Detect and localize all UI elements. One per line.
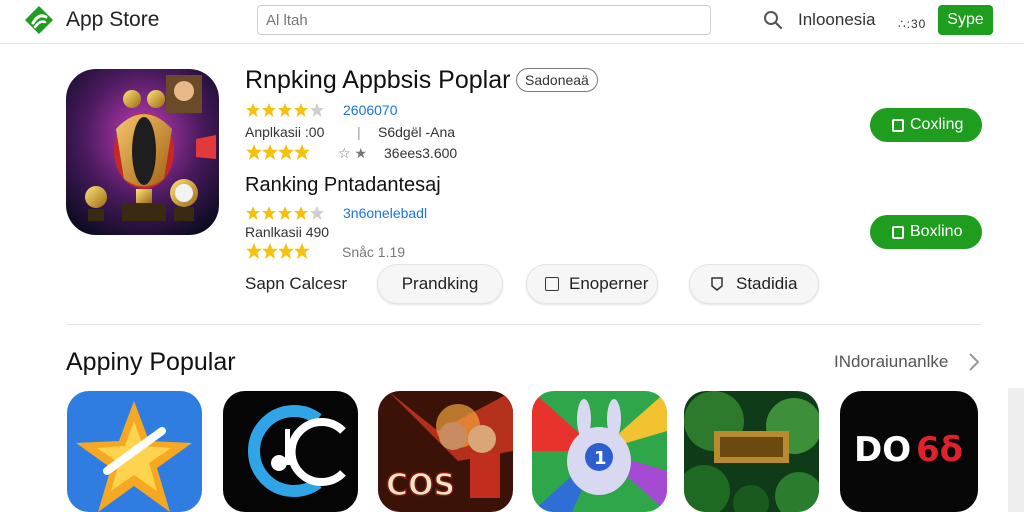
app-tile-action-game[interactable]: COS <box>378 391 513 512</box>
filter-label-text: Enoperner <box>569 274 649 293</box>
app-title: App Store <box>66 8 160 31</box>
region-chip[interactable]: Sadoneaä <box>516 68 598 92</box>
app-tile-d-app[interactable]: DO 6δ <box>840 391 978 512</box>
ranking-subtitle: Ranking Pntadantesaj <box>245 174 441 196</box>
star-icon <box>293 205 309 221</box>
app-category-label: Anplkasii :00 <box>245 124 325 140</box>
top-bar: App Store ∴:30 Inloonesia Sype <box>0 0 1024 44</box>
rating-score: 2606070 <box>343 102 398 118</box>
install-icon <box>892 119 904 132</box>
svg-text:6δ: 6δ <box>916 430 963 470</box>
star-icon <box>293 242 310 259</box>
checkbox-icon <box>545 277 559 291</box>
app-tile-jungle-game[interactable] <box>684 391 819 512</box>
ranking-section-title: Rnpking Appbsis Poplar <box>245 66 511 94</box>
trophy-app-icon[interactable] <box>66 69 219 235</box>
search-icon[interactable] <box>762 9 784 31</box>
star-icon <box>293 143 310 160</box>
app-category-label: Ranlkasii 490 <box>245 224 330 240</box>
rating-stars <box>245 102 325 118</box>
install-icon <box>892 226 904 239</box>
star-icon <box>245 205 261 221</box>
region-selector[interactable]: Inloonesia <box>798 10 876 30</box>
star-icon <box>277 143 294 160</box>
star-icon <box>293 102 309 118</box>
install-button-label: Coxling <box>910 116 964 133</box>
star-icon <box>245 242 262 259</box>
filter-ranking-chip[interactable]: Prandking <box>377 264 503 304</box>
star-icon <box>245 102 261 118</box>
filter-label: Sapn Calcesr <box>245 274 348 293</box>
star-icon <box>277 205 293 221</box>
rating-stars <box>245 242 310 259</box>
star-icon <box>277 242 294 259</box>
download-count: 36ees3.600 <box>384 145 458 161</box>
star-icon <box>261 242 278 259</box>
filter-label-text: Stadidia <box>736 274 798 293</box>
search-meta-text: ∴:30 <box>898 17 927 31</box>
star-icon <box>309 205 325 221</box>
rating-score: 3n6onelebadl <box>343 205 428 221</box>
chevron-right-icon[interactable] <box>966 352 982 372</box>
rating-stars <box>245 205 325 221</box>
search-box[interactable]: ∴:30 <box>257 5 963 35</box>
app-tile-star[interactable] <box>67 391 202 512</box>
shield-icon <box>711 277 723 291</box>
star-icon <box>261 205 277 221</box>
star-icon <box>261 102 277 118</box>
install-button[interactable]: Boxlino <box>870 215 982 249</box>
app-tile-rabbit-game[interactable]: 1 <box>532 391 667 512</box>
filter-emperor-chip[interactable]: Enoperner <box>526 264 658 304</box>
search-input[interactable] <box>266 10 566 30</box>
filter-stadium-chip[interactable]: Stadidia <box>689 264 819 304</box>
half-star-icon: ☆ ★ <box>338 145 367 161</box>
scroll-edge <box>1008 388 1024 512</box>
app-sublabel: S6dgël -Ana <box>378 124 456 140</box>
popular-section-title: Appiny Popular <box>66 348 236 376</box>
section-divider <box>66 324 982 325</box>
see-more-link[interactable]: INdoraiunanlke <box>834 352 948 372</box>
star-icon <box>245 143 262 160</box>
svg-text:COS: COS <box>386 468 455 503</box>
star-icon <box>309 102 325 118</box>
download-count: Snåc 1.19 <box>342 244 406 260</box>
star-icon <box>261 143 278 160</box>
sync-button[interactable]: Sype <box>938 5 993 35</box>
rating-stars <box>245 143 310 160</box>
install-button-label: Boxlino <box>910 223 963 240</box>
app-store-logo-icon[interactable] <box>24 5 54 35</box>
svg-text:1: 1 <box>594 448 607 469</box>
install-button[interactable]: Coxling <box>870 108 982 142</box>
star-icon <box>277 102 293 118</box>
separator: | <box>357 124 361 140</box>
svg-text:DO: DO <box>854 430 911 470</box>
app-tile-music[interactable] <box>223 391 358 512</box>
